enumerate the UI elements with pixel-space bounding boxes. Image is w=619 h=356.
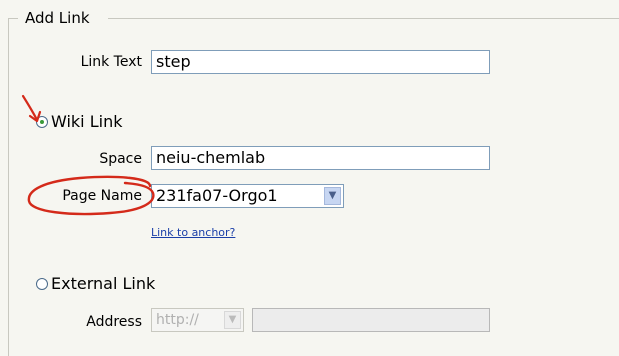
chevron-down-icon[interactable]: ▼ (224, 311, 241, 329)
address-protocol-value: http:// (156, 312, 199, 328)
fieldset-border-left (8, 18, 9, 356)
external-link-label[interactable]: External Link (51, 274, 155, 293)
radio-selected-dot (40, 120, 44, 124)
address-label: Address (86, 314, 142, 330)
link-text-input[interactable]: step (151, 50, 490, 74)
external-link-radio[interactable] (36, 278, 48, 290)
page-name-select[interactable]: 231fa07-Orgo1 ▼ (151, 184, 344, 208)
fieldset-border-top-right (108, 18, 619, 19)
address-protocol-select[interactable]: http:// ▼ (151, 308, 244, 332)
add-link-panel: Add Link Link Text step Wiki Link Space … (0, 0, 619, 356)
address-input[interactable] (252, 308, 490, 332)
wiki-link-radio[interactable] (36, 116, 48, 128)
page-name-value: 231fa07-Orgo1 (156, 186, 278, 205)
space-label: Space (99, 151, 142, 167)
fieldset-border-top-left (8, 18, 18, 19)
chevron-down-icon[interactable]: ▼ (324, 187, 341, 205)
wiki-link-label[interactable]: Wiki Link (51, 112, 122, 131)
space-input[interactable]: neiu-chemlab (151, 146, 490, 170)
link-text-label: Link Text (80, 54, 142, 70)
fieldset-legend: Add Link (22, 9, 93, 27)
page-name-label: Page Name (62, 188, 142, 204)
link-to-anchor-link[interactable]: Link to anchor? (151, 226, 235, 239)
